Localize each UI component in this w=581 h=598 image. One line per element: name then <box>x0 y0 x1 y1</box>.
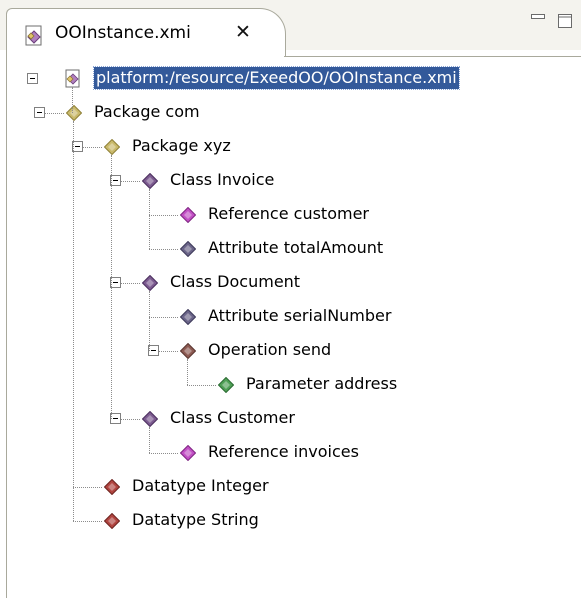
tree-connector <box>149 317 178 318</box>
tree-connector <box>159 351 178 352</box>
tree-connector <box>149 215 178 216</box>
tree-connector <box>149 453 178 454</box>
collapse-toggle[interactable] <box>34 107 45 118</box>
tree-item-label: Attribute totalAmount <box>208 238 384 257</box>
tree-item-label: Datatype Integer <box>132 476 269 495</box>
package-icon <box>104 139 120 155</box>
tree-item-label: Package xyz <box>132 136 231 155</box>
attribute-icon <box>180 241 196 257</box>
class-icon <box>142 173 158 189</box>
datatype-icon <box>104 513 120 529</box>
reference-icon <box>180 445 196 461</box>
tree-connector <box>121 181 140 182</box>
tree-connector <box>149 291 150 351</box>
datatype-icon <box>104 479 120 495</box>
tree-item-label: platform:/resource/ExeedOO/OOInstance.xm… <box>93 66 460 90</box>
class-icon <box>142 275 158 291</box>
tree-connector <box>72 87 73 113</box>
tree-connector <box>121 419 140 420</box>
operation-icon <box>180 343 196 359</box>
tree-connector <box>45 113 64 114</box>
tree-connector <box>83 147 102 148</box>
xmi-resource-icon <box>65 69 80 88</box>
tree-connector <box>149 427 150 453</box>
tree-item-label: Class Document <box>170 272 301 291</box>
tree-connector <box>149 249 178 250</box>
attribute-icon <box>180 309 196 325</box>
reference-icon <box>180 207 196 223</box>
tree-connector <box>73 521 102 522</box>
tree-item-label: Datatype String <box>132 510 259 529</box>
collapse-toggle[interactable] <box>27 73 38 84</box>
package-icon <box>66 105 82 121</box>
tree-connector <box>187 385 216 386</box>
model-tree[interactable]: platform:/resource/ExeedOO/OOInstance.xm… <box>0 0 581 598</box>
parameter-icon <box>218 377 234 393</box>
tree-connector <box>111 155 112 419</box>
tree-connector <box>149 189 150 249</box>
tree-item-label: Package com <box>94 102 200 121</box>
tree-item-label: Class Customer <box>170 408 295 427</box>
tree-item-label: Parameter address <box>246 374 398 393</box>
tree-item-label: Reference customer <box>208 204 369 223</box>
tree-item-label: Operation send <box>208 340 332 359</box>
tree-item-label: Attribute serialNumber <box>208 306 392 325</box>
tree-item-label: Class Invoice <box>170 170 275 189</box>
tree-connector <box>121 283 140 284</box>
tree-connector <box>73 121 74 521</box>
tree-item-label: Reference invoices <box>208 442 359 461</box>
class-icon <box>142 411 158 427</box>
tree-connector <box>73 487 102 488</box>
tree-connector <box>187 359 188 385</box>
